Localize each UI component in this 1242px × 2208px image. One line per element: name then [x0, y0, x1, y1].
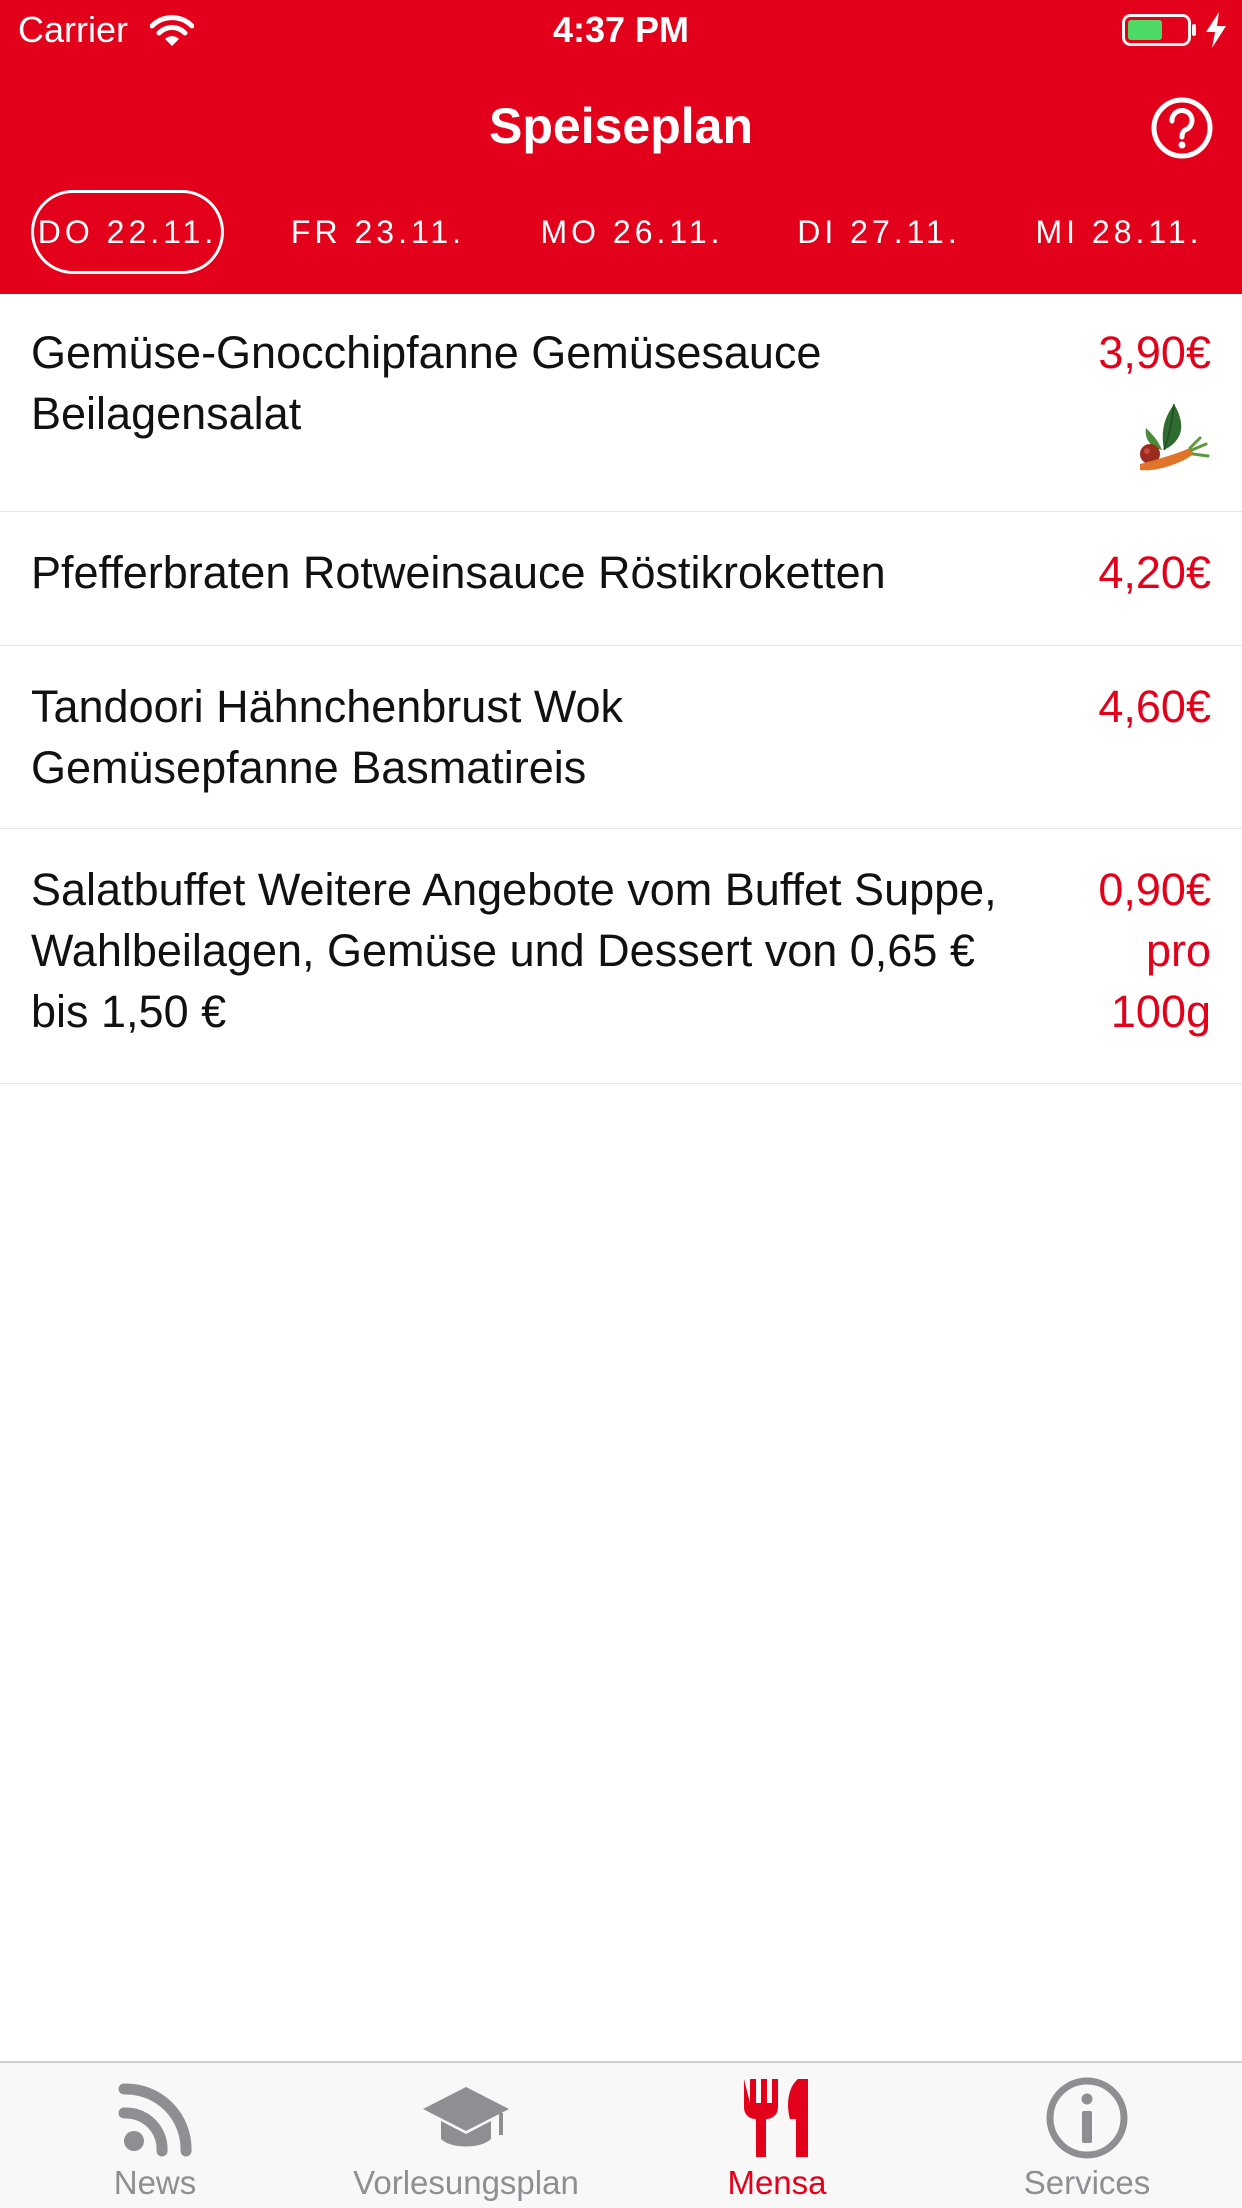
header: Carrier 4:37 PM Speiseplan DO 22.11. FR … — [0, 0, 1242, 294]
rss-icon — [118, 2083, 192, 2157]
menu-item[interactable]: Salatbuffet Weitere Angebote vom Buffet … — [0, 829, 1242, 1084]
tab-label: Mensa — [727, 2164, 827, 2201]
battery-icon — [1122, 14, 1196, 46]
meal-price: 4,20€ — [1098, 547, 1211, 598]
tab-label: Vorlesungsplan — [353, 2164, 579, 2201]
date-tab-mo-26[interactable]: MO 26.11. — [526, 190, 738, 274]
graduation-cap-icon — [423, 2087, 509, 2147]
meal-name: Tandoori Hähnchenbrust Wok Gemüsepfanne … — [31, 681, 624, 793]
tab-label: News — [113, 2164, 197, 2201]
help-circle-icon[interactable] — [1150, 96, 1214, 160]
date-tabs: DO 22.11. FR 23.11. MO 26.11. DI 27.11. … — [0, 190, 1242, 278]
menu-item[interactable]: Gemüse-Gnocchipfanne Gemüsesauce Beilage… — [0, 294, 1242, 512]
date-tab-di-27[interactable]: DI 27.11. — [790, 190, 968, 274]
meal-price: 4,60€ — [1098, 681, 1211, 732]
menu-item[interactable]: Tandoori Hähnchenbrust Wok Gemüsepfanne … — [0, 646, 1242, 829]
meal-price: 3,90€ — [1098, 327, 1211, 378]
tab-services[interactable]: Services — [932, 2063, 1242, 2208]
clock: 4:37 PM — [552, 9, 690, 50]
status-bar: Carrier 4:37 PM — [0, 0, 1242, 60]
tab-vorlesungsplan[interactable]: Vorlesungsplan — [310, 2063, 622, 2208]
tab-bar: News Vorlesungsplan Mensa Services — [0, 2061, 1242, 2208]
tab-mensa[interactable]: Mensa — [622, 2063, 932, 2208]
meal-name: Pfefferbraten Rotweinsauce Röstikrokette… — [31, 547, 886, 598]
meal-name: Salatbuffet Weitere Angebote vom Buffet … — [31, 864, 997, 1037]
page-title: Speiseplan — [489, 98, 753, 154]
fork-knife-icon — [744, 2079, 808, 2157]
menu-list: Gemüse-Gnocchipfanne Gemüsesauce Beilage… — [0, 294, 1242, 1084]
tab-news[interactable]: News — [0, 2063, 310, 2208]
date-tab-fr-23[interactable]: FR 23.11. — [278, 190, 478, 274]
mensa-screen: Carrier 4:37 PM Speiseplan DO 22.11. FR … — [0, 0, 1242, 2208]
charging-icon — [1206, 12, 1226, 48]
date-tab-mi-28[interactable]: MI 28.11. — [1024, 190, 1214, 274]
vegetarian-icon — [1140, 403, 1210, 471]
meal-name: Gemüse-Gnocchipfanne Gemüsesauce Beilage… — [31, 327, 822, 439]
menu-item[interactable]: Pfefferbraten Rotweinsauce Röstikrokette… — [0, 512, 1242, 646]
meal-price: 0,90€ pro 100g — [1098, 864, 1211, 1037]
tab-label: Services — [1023, 2164, 1151, 2201]
info-icon — [1046, 2077, 1128, 2159]
date-tab-do-22[interactable]: DO 22.11. — [31, 190, 224, 274]
